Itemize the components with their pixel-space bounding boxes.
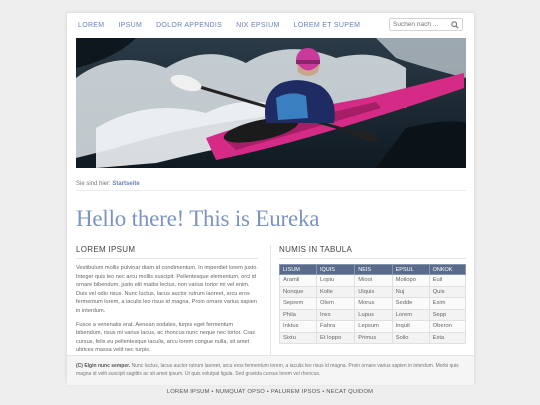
table-cell: Sedde (391, 297, 430, 310)
table-cell: Exta (428, 331, 467, 344)
table-cell: Moilopo (391, 274, 430, 287)
table-cell: Lorem (391, 308, 430, 321)
breadcrumb-prefix: Sie sind hier: (76, 181, 111, 187)
nav-item-ipsum[interactable]: IPSUM (118, 22, 142, 29)
table-cell: Lepsum (354, 320, 393, 333)
table-row: Aramli Lopiu Miooi Moilopo Euil (279, 274, 467, 287)
table-cell: Quis (428, 285, 467, 298)
table-cell: Seprem (279, 297, 317, 310)
table-cell: Morus (354, 297, 393, 310)
table-cell: Oberon (428, 320, 467, 333)
divider (76, 190, 466, 191)
nav-item-lorem[interactable]: LOREM (78, 22, 104, 29)
table-cell: Solio (391, 331, 430, 344)
footer-link-numquat-opso[interactable]: NUMQUAT OPSO (215, 389, 265, 395)
search-input[interactable] (390, 19, 448, 30)
table-cell: Miooi (354, 274, 393, 287)
table-header-cell: IQUIS (315, 264, 356, 275)
table-cell: Nonque (279, 285, 317, 298)
table-cell: Et loppo (315, 331, 356, 344)
nav-item-nix-epsium[interactable]: NIX EPSIUM (236, 22, 279, 29)
search-icon (451, 20, 459, 29)
table-row: Inktus Fahra Lepsum Inquit Oberon (279, 320, 467, 333)
breadcrumb: Sie sind hier: Startseite (76, 181, 140, 187)
paragraph: Vestibulum mollis pulvinar diam id condi… (76, 265, 258, 314)
table-row: Phila Inxs Lupus Lorem Sepp (279, 308, 467, 321)
paragraph: Fusce a venenatis erat. Aenean sodales, … (76, 321, 256, 354)
table-cell: Olem (315, 297, 356, 310)
hero-image (76, 38, 466, 168)
table-cell: Phila (279, 308, 317, 321)
page-title: Hello there! This is Eureka (76, 206, 320, 231)
table-cell: Sixtu (279, 331, 317, 344)
main-nav: LOREM IPSUM DOLOR APPENDIS NIX EPSIUM LO… (67, 13, 474, 37)
bottom-links: LOREM IPSUM • NUMQUAT OPSO • PALUREM IPS… (0, 389, 540, 395)
table-cell: Aramli (279, 274, 317, 287)
section-title-numis: NUMIS IN TABULA (279, 245, 466, 259)
table-row: Sixtu Et loppo Primus Solio Exta (279, 331, 467, 344)
table-header-cell: NEIS (354, 264, 393, 275)
table-header-row: LISUM IQUIS NEIS EPSUL ONKOK (279, 264, 467, 275)
footer-link-palurem-ipsos[interactable]: PALUREM IPSOS (271, 389, 321, 395)
table-header-cell: EPSUL (391, 264, 430, 275)
nav-item-lorem-et-supem[interactable]: LOREM ET SUPEM (294, 22, 361, 29)
column-divider (270, 245, 271, 355)
footer-link-lorem-ipsum[interactable]: LOREM IPSUM (167, 389, 210, 395)
table-row: Seprem Olem Morus Sedde Exim (279, 297, 467, 310)
footer-link-necat-quidom[interactable]: NECAT QUIDOM (326, 389, 373, 395)
footer-copyright: (C) Elgin nunc semper. (76, 363, 131, 369)
breadcrumb-link-home[interactable]: Startseite (112, 181, 139, 187)
nav-item-dolor-appendis[interactable]: DOLOR APPENDIS (156, 22, 222, 29)
table-cell: Lopiu (315, 274, 356, 287)
table-cell: Exim (428, 297, 467, 310)
table-cell: Inquit (391, 320, 430, 333)
table-cell: Fahra (315, 320, 356, 333)
table-cell: Nuj (391, 285, 430, 298)
footer-text: Nunc luctus, lacus auctor rutrum laoreet… (131, 363, 435, 369)
table-cell: Inktus (279, 320, 317, 333)
page-container: LOREM IPSUM DOLOR APPENDIS NIX EPSIUM LO… (66, 12, 475, 385)
content-column-right: NUMIS IN TABULA LISUM IQUIS NEIS EPSUL O… (279, 245, 467, 344)
table-cell: Primus (354, 331, 393, 344)
content-column-left: LOREM IPSUM Vestibulum mollis pulvinar d… (76, 245, 258, 360)
table-row: Nonque Kolle Ulquis Nuj Quis (279, 285, 467, 298)
table-cell: Lupus (354, 308, 393, 321)
table-header-cell: LISUM (279, 264, 317, 275)
data-table: LISUM IQUIS NEIS EPSUL ONKOK Aramli Lopi… (279, 264, 467, 344)
table-cell: Kolle (315, 285, 356, 298)
search-button[interactable] (448, 19, 462, 30)
table-cell: Euil (428, 274, 467, 287)
table-cell: Ulquis (354, 285, 393, 298)
table-cell: Inxs (315, 308, 356, 321)
search-box (389, 18, 463, 31)
footer-info: (C) Elgin nunc semper. Nunc luctus, lacu… (67, 355, 474, 385)
table-header-cell: ONKOK (428, 264, 467, 275)
table-cell: Sepp (428, 308, 467, 321)
section-title-lorem-ipsum: LOREM IPSUM (76, 245, 258, 259)
